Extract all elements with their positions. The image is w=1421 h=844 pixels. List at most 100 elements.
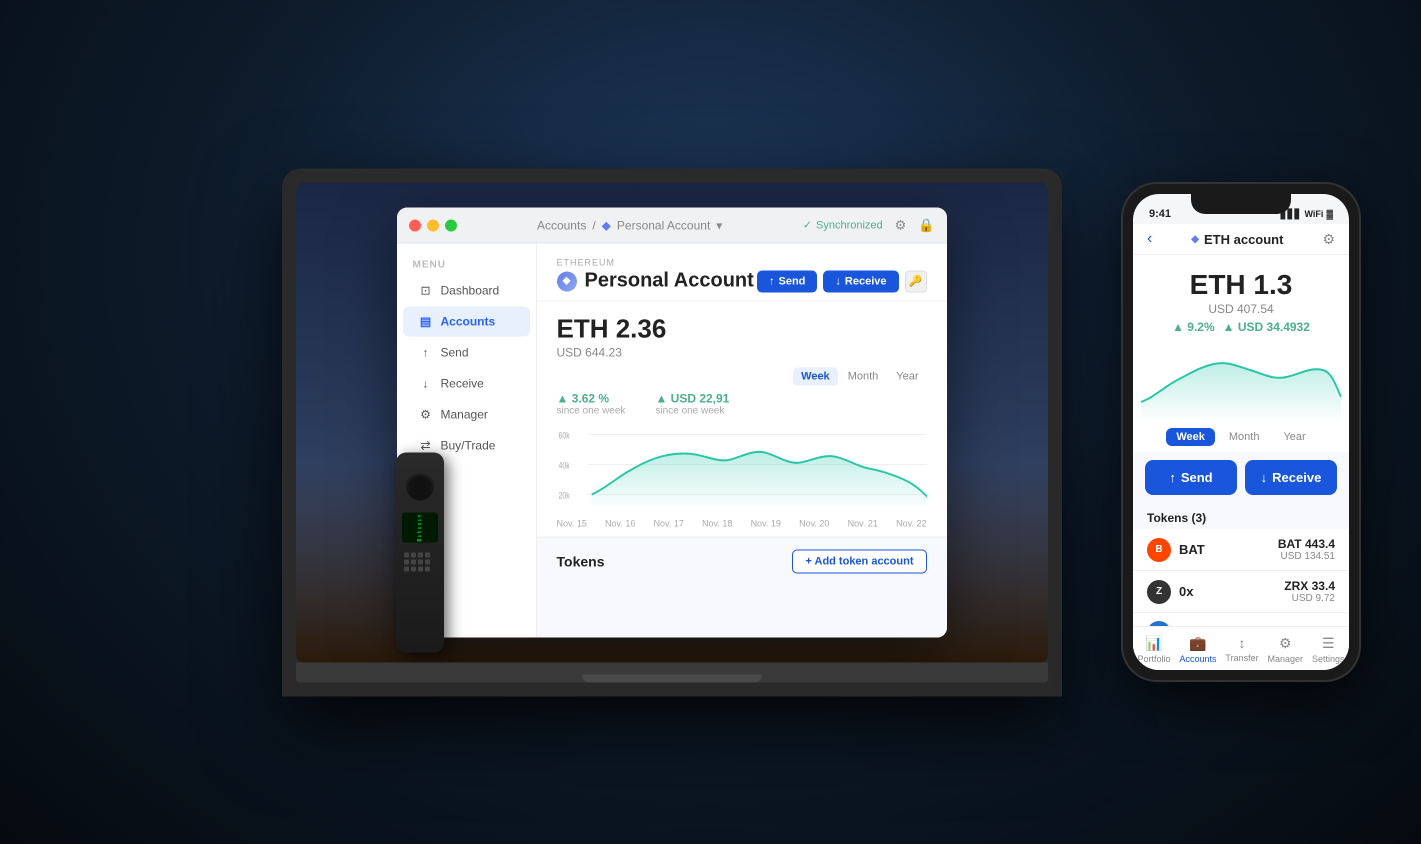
close-button[interactable] [409, 219, 421, 231]
dashboard-icon: ⊡ [419, 284, 433, 298]
breadcrumb-accounts[interactable]: Accounts [537, 218, 586, 232]
network-label: ETHEREUM [557, 258, 927, 268]
phone-nav-title: ◆ ETH account [1191, 232, 1283, 247]
portfolio-icon: 📊 [1145, 635, 1162, 652]
phone-send-label: Send [1181, 470, 1213, 485]
accounts-nav-icon: 💼 [1189, 635, 1206, 652]
token-left-0x: Z 0x [1147, 580, 1193, 604]
phone-nav-bar: ‹ ◆ ETH account ⚙ [1133, 224, 1349, 255]
x-label-4: Nov. 19 [751, 519, 781, 529]
check-icon: ✓ [803, 219, 812, 232]
phone-eth-balance: ETH 1.3 [1149, 269, 1333, 301]
laptop: Accounts / ◆ Personal Account ▾ ✓ Synchr… [282, 169, 1062, 697]
device-icons [404, 553, 436, 572]
maximize-button[interactable] [445, 219, 457, 231]
chart-period-controls: Week Month Year [557, 368, 927, 386]
phone-receive-label: Receive [1272, 470, 1321, 485]
sidebar-item-manager[interactable]: ⚙ Manager [403, 400, 530, 430]
app-window: Accounts / ◆ Personal Account ▾ ✓ Synchr… [397, 208, 947, 638]
device-button[interactable] [406, 473, 434, 501]
settings-label: Settings [1312, 654, 1345, 664]
bat-name: BAT [1179, 542, 1205, 557]
minimize-button[interactable] [427, 219, 439, 231]
device-display-text: Bitcoin [417, 514, 423, 542]
sync-badge: ✓ Synchronized [803, 219, 883, 232]
gear-icon[interactable]: ⚙ [895, 217, 907, 233]
send-arrow-icon: ↑ [769, 275, 775, 287]
sidebar-dashboard-label: Dashboard [441, 284, 500, 298]
x-label-0: Nov. 15 [557, 519, 587, 529]
transfer-icon: ↕ [1239, 635, 1246, 651]
sidebar-item-dashboard[interactable]: ⊡ Dashboard [403, 276, 530, 306]
receive-label: Receive [845, 275, 887, 287]
account-title: Personal Account [585, 270, 754, 293]
send-button[interactable]: ↑ Send [757, 270, 817, 292]
phone-period-year[interactable]: Year [1273, 428, 1315, 446]
phone-period-week[interactable]: Week [1166, 428, 1215, 446]
breadcrumb-account[interactable]: Personal Account [617, 218, 710, 232]
device-screen: Bitcoin [402, 513, 438, 543]
stat-usd: ▲ USD 22,91 since one week [655, 392, 729, 417]
phone-wrapper: 9:41 ▋▋▋ WiFi ▓ ‹ ◆ ETH account ⚙ ETH 1.… [1121, 182, 1361, 682]
bat-amount: BAT 443.4 [1278, 537, 1335, 551]
phone-period-month[interactable]: Month [1219, 428, 1270, 446]
phone-period-row: Week Month Year [1133, 422, 1349, 452]
lock-icon[interactable]: 🔒 [918, 217, 934, 233]
account-actions: ↑ Send ↓ Receive 🔑 [757, 270, 927, 292]
ledger-device-group: Bitcoin [396, 453, 444, 658]
account-title-row: ◆ Personal Account ↑ Send [557, 270, 927, 293]
phone-nav-manager[interactable]: ⚙ Manager [1268, 635, 1304, 664]
tokens-section: Tokens + Add token account [537, 537, 947, 586]
phone-nav-transfer[interactable]: ↕ Transfer [1225, 635, 1258, 664]
send-icon: ↑ [419, 346, 433, 360]
phone-screen: 9:41 ▋▋▋ WiFi ▓ ‹ ◆ ETH account ⚙ ETH 1.… [1133, 194, 1349, 670]
phone-nav-accounts[interactable]: 💼 Accounts [1179, 635, 1216, 664]
phone-tokens-header: Tokens (3) [1133, 503, 1349, 529]
zrx-usd: USD 9.72 [1284, 593, 1335, 604]
x-label-7: Nov. 22 [896, 519, 926, 529]
manager-icon: ⚙ [419, 408, 433, 422]
phone-receive-button[interactable]: ↓ Receive [1245, 460, 1337, 495]
receive-button[interactable]: ↓ Receive [823, 270, 898, 292]
key-button[interactable]: 🔑 [905, 270, 927, 292]
phone-change-row: ▲ 9.2% ▲ USD 34.4932 [1149, 320, 1333, 334]
phone-nav-portfolio[interactable]: 📊 Portfolio [1137, 635, 1170, 664]
x-label-1: Nov. 16 [605, 519, 635, 529]
phone-back-button[interactable]: ‹ [1147, 230, 1152, 248]
phone-token-bat[interactable]: B BAT BAT 443.4 USD 134.51 [1133, 529, 1349, 571]
sidebar-item-send[interactable]: ↑ Send [403, 338, 530, 368]
phone-body: 9:41 ▋▋▋ WiFi ▓ ‹ ◆ ETH account ⚙ ETH 1.… [1121, 182, 1361, 682]
phone-token-0x[interactable]: Z 0x ZRX 33.4 USD 9.72 [1133, 571, 1349, 613]
add-token-button[interactable]: + Add token account [792, 550, 926, 574]
chart-area: 60k 40k 20k [557, 425, 927, 515]
stat-usd-label: since one week [655, 406, 729, 417]
phone-notch [1191, 194, 1291, 214]
phone-bottom-nav: 📊 Portfolio 💼 Accounts ↕ Transfer ⚙ Mana… [1133, 626, 1349, 670]
period-year-button[interactable]: Year [888, 368, 926, 386]
window-body: MENU ⊡ Dashboard ▤ Accounts ↑ [397, 244, 947, 638]
laptop-body: Accounts / ◆ Personal Account ▾ ✓ Synchr… [282, 169, 1062, 697]
phone-nav-title-text: ETH account [1204, 232, 1283, 247]
phone-send-button[interactable]: ↑ Send [1145, 460, 1237, 495]
phone-chart-svg [1141, 342, 1341, 422]
balance-eth: ETH 2.36 [557, 314, 927, 345]
sidebar-item-receive[interactable]: ↓ Receive [403, 369, 530, 399]
period-month-button[interactable]: Month [840, 368, 887, 386]
period-week-button[interactable]: Week [793, 368, 838, 386]
sidebar-send-label: Send [441, 346, 469, 360]
stat-pct-label: since one week [557, 406, 626, 417]
phone-settings-icon[interactable]: ⚙ [1322, 231, 1335, 248]
sidebar-receive-label: Receive [441, 377, 484, 391]
phone-chart-area [1133, 342, 1349, 422]
send-label: Send [779, 275, 806, 287]
ethereum-icon: ◆ [557, 271, 577, 291]
phone-change-usd: ▲ USD 34.4932 [1223, 320, 1310, 334]
sidebar-item-accounts[interactable]: ▤ Accounts [403, 307, 530, 337]
phone-nav-settings[interactable]: ☰ Settings [1312, 635, 1345, 664]
x-label-2: Nov. 17 [654, 519, 684, 529]
balance-usd: USD 644.23 [557, 346, 927, 360]
sync-label: Synchronized [816, 219, 883, 231]
breadcrumb: Accounts / ◆ Personal Account ▾ [457, 218, 803, 232]
receive-icon: ↓ [419, 377, 433, 391]
zrx-name: 0x [1179, 584, 1193, 599]
